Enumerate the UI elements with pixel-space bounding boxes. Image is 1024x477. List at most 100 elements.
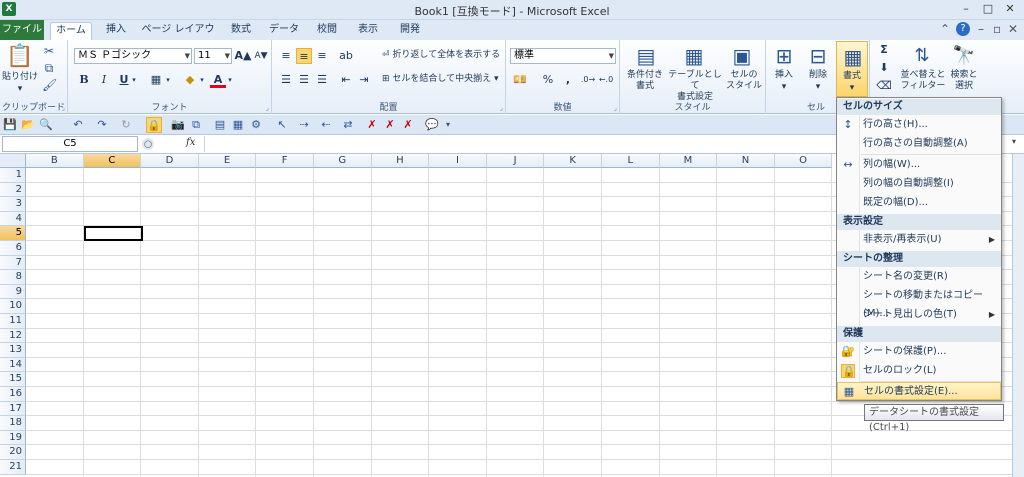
number-format-dropdown-icon[interactable]: ▼ bbox=[609, 49, 614, 63]
sort-filter-button[interactable]: 並べ替えと フィルター bbox=[898, 70, 948, 92]
row-header-21[interactable]: 21 bbox=[0, 460, 26, 475]
font-color-dropdown-icon[interactable]: ▾ bbox=[226, 72, 234, 88]
cut-icon[interactable]: ✂ bbox=[42, 44, 56, 58]
find-select-button[interactable]: 検索と 選択 bbox=[946, 70, 982, 92]
ribbon-collapse-icon[interactable]: ⌃ bbox=[940, 22, 950, 36]
row-header-15[interactable]: 15 bbox=[0, 372, 26, 387]
chart-icon[interactable]: ▤ bbox=[212, 117, 228, 133]
trace-dependents-icon[interactable]: ⇠ bbox=[318, 117, 334, 133]
tab-data[interactable]: データ bbox=[264, 22, 304, 40]
row-header-7[interactable]: 7 bbox=[0, 255, 26, 271]
table-icon[interactable]: ▦ bbox=[230, 117, 246, 133]
font-color-button[interactable]: A bbox=[210, 72, 226, 88]
row-header-6[interactable]: 6 bbox=[0, 241, 26, 256]
tab-file[interactable]: ファイル bbox=[0, 20, 44, 40]
remove-all-arrows-icon[interactable]: ✗ bbox=[400, 117, 416, 133]
paste-dropdown-icon[interactable]: ▾ bbox=[14, 84, 26, 95]
column-header-h[interactable]: H bbox=[371, 154, 430, 168]
redo-icon[interactable]: ↷ bbox=[94, 117, 110, 133]
fill-color-dropdown-icon[interactable]: ▾ bbox=[198, 72, 206, 88]
formula-expand-icon[interactable]: ▾ bbox=[1012, 137, 1016, 146]
tab-developer[interactable]: 開発 bbox=[392, 22, 428, 40]
number-launcher-icon[interactable]: ⌟ bbox=[614, 104, 617, 112]
align-top-icon[interactable]: ≡ bbox=[278, 48, 294, 64]
insert-cells-icon[interactable]: ⊞ bbox=[772, 44, 796, 68]
column-header-b[interactable]: B bbox=[26, 154, 84, 168]
format-cells-button[interactable]: ▦ 書式 ▾ bbox=[836, 41, 868, 97]
decrease-decimal-icon[interactable]: ←.0 bbox=[598, 72, 614, 88]
bold-button[interactable]: B bbox=[76, 72, 92, 88]
insert-function-button[interactable]: fx bbox=[186, 137, 195, 148]
decrease-indent-icon[interactable]: ⇤ bbox=[338, 72, 354, 88]
formula-cancel-icon[interactable]: ◯ bbox=[142, 138, 154, 150]
row-header-13[interactable]: 13 bbox=[0, 343, 26, 358]
column-header-k[interactable]: K bbox=[544, 154, 602, 168]
row-header-19[interactable]: 19 bbox=[0, 430, 26, 446]
tab-home[interactable]: ホーム bbox=[50, 22, 92, 40]
delete-cells-button[interactable]: 削除 bbox=[802, 70, 834, 81]
menu-item-lock-cell[interactable]: 🔒 セルのロック(L) bbox=[837, 362, 1001, 380]
currency-icon[interactable]: 💴 bbox=[512, 72, 528, 88]
grow-font-button[interactable]: A▲ bbox=[234, 48, 252, 64]
tab-formulas[interactable]: 数式 bbox=[224, 22, 258, 40]
row-header-20[interactable]: 20 bbox=[0, 445, 26, 460]
increase-decimal-icon[interactable]: .0→ bbox=[580, 72, 596, 88]
save-icon[interactable]: 💾 bbox=[2, 117, 18, 133]
percent-button[interactable]: % bbox=[540, 72, 556, 88]
remove-arrows-icon[interactable]: ⇄ bbox=[340, 117, 356, 133]
workbook-minimize-button[interactable]: – bbox=[978, 22, 984, 36]
print-preview-icon[interactable]: 🔍 bbox=[38, 117, 54, 133]
row-header-5[interactable]: 5 bbox=[0, 226, 26, 241]
trace-precedents-icon[interactable]: ⇢ bbox=[296, 117, 312, 133]
remove-precedent-icon[interactable]: ✗ bbox=[364, 117, 380, 133]
comment-icon[interactable]: 💬 bbox=[424, 117, 440, 133]
vertical-scrollbar[interactable] bbox=[1012, 154, 1024, 477]
menu-item-tab-color[interactable]: シート見出しの色(T) ▶ bbox=[837, 306, 1001, 324]
font-name-dropdown-icon[interactable]: ▼ bbox=[185, 49, 190, 63]
active-cell-c5[interactable] bbox=[84, 226, 143, 241]
menu-item-default-width[interactable]: 既定の幅(D)... bbox=[837, 194, 1001, 212]
menu-item-format-cells[interactable]: ▦ セルの書式設定(E)... bbox=[837, 382, 1001, 400]
pointer-icon[interactable]: ↖ bbox=[274, 117, 290, 133]
row-header-16[interactable]: 16 bbox=[0, 387, 26, 402]
clipboard-launcher-icon[interactable]: ⌟ bbox=[62, 104, 65, 112]
row-header-1[interactable]: 1 bbox=[0, 168, 26, 183]
italic-button[interactable]: I bbox=[96, 72, 112, 88]
cell-styles-icon[interactable]: ▣ bbox=[730, 44, 754, 68]
paste-values-icon[interactable]: ⧉ bbox=[188, 117, 204, 133]
clear-icon[interactable]: ⌫ bbox=[876, 78, 892, 94]
number-format-combo[interactable]: 標準 ▼ bbox=[510, 48, 616, 64]
menu-item-protect-sheet[interactable]: 🔐 シートの保護(P)... bbox=[837, 343, 1001, 361]
format-painter-icon[interactable]: 🖌 bbox=[42, 78, 57, 92]
workbook-restore-button[interactable]: ▫ bbox=[993, 22, 1001, 36]
column-header-o[interactable]: O bbox=[774, 154, 833, 168]
repeat-icon[interactable]: ↻ bbox=[118, 117, 134, 133]
undo-icon[interactable]: ↶ bbox=[70, 117, 86, 133]
comma-button[interactable]: , bbox=[560, 72, 576, 88]
paste-icon[interactable]: 📋 bbox=[6, 44, 33, 70]
cell-styles-button[interactable]: セルの スタイル bbox=[724, 70, 764, 92]
tab-view[interactable]: 表示 bbox=[350, 22, 386, 40]
row-header-11[interactable]: 11 bbox=[0, 314, 26, 329]
font-size-dropdown-icon[interactable]: ▼ bbox=[225, 49, 230, 63]
qat-customize-icon[interactable]: ▾ bbox=[440, 117, 456, 133]
row-header-10[interactable]: 10 bbox=[0, 299, 26, 314]
insert-dropdown-icon[interactable]: ▾ bbox=[774, 82, 794, 93]
close-button[interactable]: ✕ bbox=[1002, 1, 1018, 17]
align-left-icon[interactable]: ☰ bbox=[278, 72, 294, 88]
delete-cells-icon[interactable]: ⊟ bbox=[806, 44, 830, 68]
find-select-icon[interactable]: 🔭 bbox=[952, 44, 976, 68]
column-header-m[interactable]: M bbox=[659, 154, 718, 168]
border-icon[interactable]: ▦ bbox=[148, 72, 164, 88]
select-all-corner[interactable] bbox=[0, 154, 26, 168]
row-header-2[interactable]: 2 bbox=[0, 182, 26, 198]
menu-item-rename-sheet[interactable]: シート名の変更(R) bbox=[837, 268, 1001, 286]
macro-icon[interactable]: ⚙ bbox=[248, 117, 264, 133]
help-icon[interactable]: ? bbox=[956, 22, 970, 36]
maximize-button[interactable]: □ bbox=[980, 1, 996, 17]
column-header-e[interactable]: E bbox=[198, 154, 257, 168]
row-header-12[interactable]: 12 bbox=[0, 328, 26, 344]
menu-item-autofit-column[interactable]: 列の幅の自動調整(I) bbox=[837, 175, 1001, 193]
align-center-icon[interactable]: ☰ bbox=[296, 72, 312, 88]
camera-icon[interactable]: 📷 bbox=[170, 117, 186, 133]
